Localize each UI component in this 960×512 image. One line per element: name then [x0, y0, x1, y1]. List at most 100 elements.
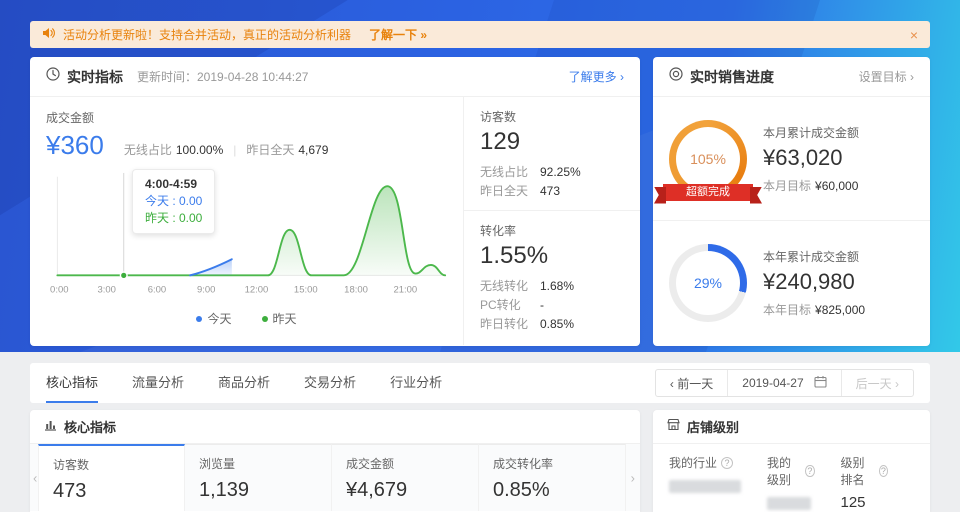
rank-value: 125 — [840, 494, 866, 511]
panel-title: 实时销售进度 — [690, 68, 774, 85]
shop-level-panel: 店铺级别 我的行业? 我的级别? 级别排名? 125 — [653, 410, 930, 512]
wireless-share-label: 无线占比 — [123, 143, 172, 157]
help-icon[interactable]: ? — [721, 456, 734, 469]
tab-core-metrics[interactable]: 核心指标 — [46, 363, 99, 403]
notice-bar: 活动分析更新啦！支持合并活动，真正的活动分析利器 了解一下 » × — [30, 21, 930, 48]
year-amount-label: 本年累计成交金额 — [763, 250, 860, 264]
level-rank-column: 级别排名? 125 — [840, 454, 888, 511]
stat-value: 0.85% — [540, 317, 575, 331]
tab-product-analysis[interactable]: 商品分析 — [218, 363, 270, 403]
sales-panel-header: 实时销售进度 设置目标 › — [653, 57, 930, 97]
update-time: 更新时间：2019-04-28 10:44:27 — [137, 70, 309, 84]
over-target-ribbon-badge: 超额完成 — [663, 183, 753, 201]
month-progress-row: 105% 超额完成 本月累计成交金额 ¥63,020 本月目标 ¥60,000 — [653, 97, 930, 221]
metric-card-pageviews[interactable]: 浏览量 1,139 — [185, 444, 332, 511]
yesterday-label: 昨日全天 — [246, 143, 295, 157]
legend-label: 昨天 — [272, 312, 297, 326]
year-progress-text: 本年累计成交金额 ¥240,980 本年目标 ¥825,000 — [763, 248, 865, 318]
amount-row: ¥360 无线占比 100.00% | 昨日全天 4,679 — [46, 130, 447, 161]
x-tick: 3:00 — [97, 284, 115, 295]
help-icon[interactable]: ? — [878, 465, 888, 477]
amount-section: 成交金额 ¥360 无线占比 100.00% | 昨日全天 4,679 0:00… — [30, 97, 464, 345]
notice-text: 活动分析更新啦！支持合并活动，真正的活动分析利器 — [63, 28, 352, 42]
stat-label: 无线占比 — [480, 165, 529, 179]
masked-value — [669, 480, 741, 493]
yesterday-value: 4,679 — [298, 143, 329, 157]
speaker-icon — [42, 27, 55, 42]
stat-value: 1.68% — [540, 279, 575, 293]
set-target-link[interactable]: 设置目标 › — [859, 68, 914, 85]
scroll-left-icon[interactable]: ‹ — [33, 470, 37, 485]
my-level-column: 我的级别? — [767, 454, 815, 511]
year-target-value: ¥825,000 — [815, 303, 866, 317]
year-progress-row: 29% 本年累计成交金额 ¥240,980 本年目标 ¥825,000 — [653, 221, 930, 345]
metric-card-amount[interactable]: 成交金额 ¥4,679 — [332, 444, 479, 511]
legend-label: 今天 — [207, 312, 232, 326]
side-metrics: 访客数 129 无线占比 92.25% 昨日全天 473 转化率 1.55% 无线转… — [464, 97, 640, 345]
prev-day-button[interactable]: ‹ 前一天 — [656, 370, 727, 396]
tab-traffic-analysis[interactable]: 流量分析 — [132, 363, 184, 403]
column-label: 我的级别 — [767, 456, 792, 487]
x-tick: 6:00 — [148, 284, 166, 295]
month-target: 本月目标 ¥60,000 — [763, 177, 859, 194]
tab-industry-analysis[interactable]: 行业分析 — [390, 363, 442, 403]
metric-value: ¥4,679 — [346, 479, 408, 501]
month-target-value: ¥60,000 — [815, 178, 859, 193]
stat-label: 昨日转化 — [480, 317, 529, 331]
metric-card-conversion[interactable]: 成交转化率 0.85% — [479, 444, 626, 511]
tooltip-time-range: 4:00-4:59 — [145, 177, 198, 191]
scroll-right-icon[interactable]: › — [631, 470, 635, 485]
year-amount-value: ¥240,980 — [763, 269, 855, 294]
panel-title: 核心指标 — [64, 420, 117, 435]
shop-level-body: 我的行业? 我的级别? 级别排名? 125 — [653, 444, 930, 512]
core-metrics-panel: 核心指标 ‹ 访客数 473 浏览量 1,139 成交金额 ¥4,679 成交转… — [30, 410, 640, 512]
target-icon — [669, 67, 683, 86]
close-icon[interactable]: × — [910, 27, 918, 43]
help-icon[interactable]: ? — [805, 465, 815, 477]
metric-value: 1,139 — [199, 479, 250, 501]
month-percent: 105% — [676, 126, 740, 191]
realtime-body: 成交金额 ¥360 无线占比 100.00% | 昨日全天 4,679 0:00… — [30, 97, 640, 345]
date-picker[interactable]: 2019-04-27 — [727, 370, 840, 396]
stat-value: 473 — [540, 184, 561, 198]
amount-label: 成交金额 — [46, 111, 95, 125]
chart-tooltip: 4:00-4:59 今天 : 0.00 昨天 : 0.00 — [132, 169, 216, 234]
learn-more-link[interactable]: 了解更多 › — [569, 68, 624, 85]
notice-learn-more-link[interactable]: 了解一下 » — [369, 26, 427, 43]
conversion-value: 1.55% — [480, 242, 549, 269]
month-target-label: 本月目标 — [763, 178, 812, 193]
column-label: 我的行业 — [669, 456, 718, 470]
panel-title: 店铺级别 — [687, 420, 740, 435]
legend-dot-blue — [196, 315, 203, 322]
amount-value: ¥360 — [46, 130, 104, 160]
legend-item-yesterday[interactable]: 昨天 — [261, 310, 297, 327]
panel-title: 实时指标 — [67, 68, 123, 85]
tooltip-yesterday: 昨天 : 0.00 — [145, 211, 203, 225]
metric-label: 浏览量 — [199, 457, 236, 471]
conversion-block: 转化率 1.55% 无线转化 1.68% PC转化 - 昨日转化 0.85% — [464, 211, 640, 343]
legend-item-today[interactable]: 今天 — [196, 310, 232, 327]
metric-value: 473 — [53, 480, 87, 502]
core-panel-header: 核心指标 — [30, 410, 640, 444]
my-industry-column: 我的行业? — [669, 454, 741, 511]
metric-value: 0.85% — [493, 479, 550, 501]
metric-card-visitors[interactable]: 访客数 473 — [38, 444, 185, 511]
hourly-trend-chart[interactable]: 0:00 3:00 6:00 9:00 12:00 15:00 18:00 21… — [46, 169, 447, 308]
metric-card-row: ‹ 访客数 473 浏览量 1,139 成交金额 ¥4,679 成交转化率 0.… — [30, 444, 640, 511]
analysis-tab-bar: 核心指标 流量分析 商品分析 交易分析 行业分析 ‹ 前一天 2019-04-2… — [30, 363, 930, 403]
hover-point-marker — [119, 271, 128, 280]
stat-row: 无线转化 1.68% — [480, 277, 624, 296]
next-day-button[interactable]: 后一天 › — [840, 370, 913, 396]
x-tick: 21:00 — [393, 284, 417, 295]
stat-label: PC转化 — [480, 298, 521, 312]
x-tick: 9:00 — [197, 284, 215, 295]
stat-row: 昨日全天 473 — [480, 182, 624, 201]
chart-legend: 今天 昨天 — [46, 310, 447, 327]
tab-trade-analysis[interactable]: 交易分析 — [304, 363, 356, 403]
month-amount-label: 本月累计成交金额 — [763, 125, 860, 140]
sales-progress-panel: 实时销售进度 设置目标 › 105% 超额完成 本月累计成交金额 ¥63,020… — [653, 57, 930, 346]
masked-value — [767, 497, 811, 510]
chart-canvas[interactable]: 0:00 3:00 6:00 9:00 12:00 15:00 18:00 21… — [46, 169, 448, 303]
year-percent: 29% — [676, 251, 740, 315]
year-target: 本年目标 ¥825,000 — [763, 301, 865, 318]
